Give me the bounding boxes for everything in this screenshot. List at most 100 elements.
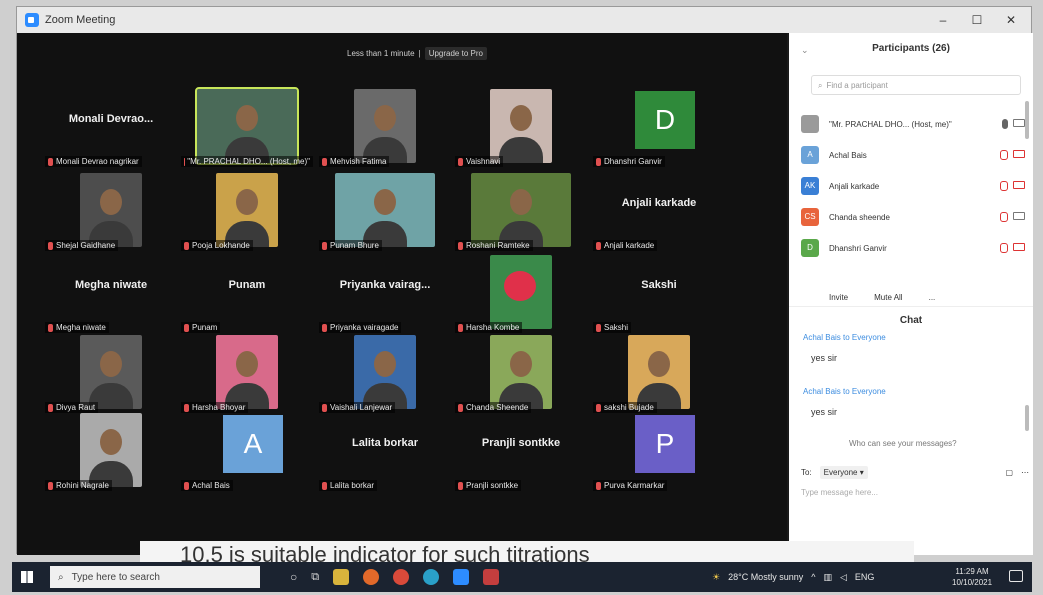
tray-arrow-icon[interactable]: ^	[811, 572, 815, 582]
tile-name-label: Vaishnavi	[455, 156, 504, 167]
cortana-icon[interactable]: ○	[290, 570, 297, 584]
tile-name-text: sakshi Bujade	[604, 403, 654, 412]
camera-off-icon[interactable]	[1013, 150, 1025, 158]
participant-avatar: D	[801, 239, 819, 257]
tile-name-label: sakshi Bujade	[593, 402, 657, 413]
video-tile[interactable]: Harsha Bhoyar	[177, 335, 317, 413]
mic-muted-icon[interactable]	[1000, 150, 1008, 160]
powerpoint-icon[interactable]	[483, 569, 500, 585]
close-button[interactable]: ✕	[997, 11, 1025, 29]
more-options-icon[interactable]: ⋯	[1021, 468, 1029, 477]
participant-row[interactable]: A Achal Bais	[801, 144, 1029, 166]
video-tile[interactable]: Priyanka vairag... Priyanka vairagade	[315, 255, 455, 333]
video-tile[interactable]: Monali Devrao... Monali Devrao nagrikar	[41, 89, 181, 167]
lang-indicator[interactable]: ENG	[855, 572, 875, 582]
participant-avatar: D	[635, 91, 695, 149]
participant-row[interactable]: D Dhanshri Ganvir	[801, 237, 1029, 259]
tile-name-label: Megha niwate	[45, 322, 109, 333]
video-tile[interactable]: Rohini Nagrale	[41, 413, 181, 491]
network-icon[interactable]: ▥	[823, 572, 832, 583]
video-tile[interactable]: Pooja Lokhande	[177, 173, 317, 251]
search-icon: ⌕	[818, 81, 823, 90]
participant-face	[374, 351, 396, 378]
find-placeholder: Find a participant	[826, 81, 888, 90]
participant-row[interactable]: CS Chanda sheende	[801, 206, 1029, 228]
mute-all-button[interactable]: Mute All	[874, 293, 902, 302]
video-tile[interactable]: Shejal Gaidhane	[41, 173, 181, 251]
mic-muted-icon	[596, 157, 601, 166]
video-tile[interactable]: Pranjli sontkke Pranjli sontkke	[451, 413, 591, 491]
tile-name-label: Dhanshri Ganvir	[593, 156, 665, 167]
video-tile[interactable]: D Dhanshri Ganvir	[589, 89, 729, 167]
video-tile[interactable]: Divya Raut	[41, 335, 181, 413]
file-explorer-icon[interactable]	[333, 569, 350, 585]
participant-face	[510, 351, 532, 378]
who-can-see-link[interactable]: Who can see your messages?	[849, 439, 957, 448]
video-tile[interactable]: P Purva Karmarkar	[589, 413, 729, 491]
tile-name-label: Lalita borkar	[319, 480, 378, 491]
video-tile[interactable]: Anjali karkade Anjali karkade	[589, 173, 729, 251]
windows-start-icon[interactable]	[12, 562, 42, 592]
find-participant-input[interactable]: ⌕ Find a participant	[811, 75, 1021, 95]
tile-display-name: Priyanka vairag...	[339, 279, 431, 291]
chat-input[interactable]: Type message here...	[801, 488, 878, 497]
minimize-button[interactable]: –	[929, 11, 957, 29]
participant-face	[648, 351, 670, 378]
more-button[interactable]: ...	[929, 293, 936, 302]
recipient-dropdown[interactable]: Everyone ▾	[819, 466, 868, 479]
video-tile[interactable]: Vaishnavi	[451, 89, 591, 167]
camera-icon[interactable]	[1013, 212, 1025, 220]
participant-video	[628, 335, 690, 409]
taskbar-search[interactable]: ⌕ Type here to search	[50, 566, 260, 588]
weather-text[interactable]: 28°C Mostly sunny	[728, 572, 803, 582]
video-tile[interactable]: Harsha Kombe	[451, 255, 591, 333]
file-icon[interactable]: ▢	[1005, 468, 1013, 477]
invite-button[interactable]: Invite	[829, 293, 848, 302]
participant-name: "Mr. PRACHAL DHO... (Host, me)"	[829, 119, 952, 129]
video-tile[interactable]: Roshani Ramteke	[451, 173, 591, 251]
upgrade-button[interactable]: Upgrade to Pro	[424, 46, 487, 60]
video-tile[interactable]: Sakshi Sakshi	[589, 255, 729, 333]
participant-face	[236, 105, 258, 132]
firefox-icon[interactable]	[363, 569, 380, 585]
tile-name-label: Pooja Lokhande	[181, 240, 253, 251]
mic-muted-icon[interactable]	[1000, 243, 1008, 253]
task-view-icon[interactable]: ⧉	[311, 571, 319, 584]
video-tile[interactable]: Megha niwate Megha niwate	[41, 255, 181, 333]
video-tile[interactable]: Vaishali Lanjewar	[315, 335, 455, 413]
volume-icon[interactable]: ◁	[840, 572, 847, 583]
maximize-button[interactable]: ☐	[963, 11, 991, 29]
participant-avatar: P	[635, 415, 695, 473]
camera-off-icon[interactable]	[1013, 181, 1025, 189]
participant-row[interactable]: "Mr. PRACHAL DHO... (Host, me)"	[801, 113, 1029, 135]
camera-off-icon[interactable]	[1013, 243, 1025, 251]
zoom-taskbar-icon[interactable]	[453, 569, 470, 585]
title-bar: Zoom Meeting – ☐ ✕	[17, 7, 1031, 33]
clock[interactable]: 11:29 AM 10/10/2021	[952, 566, 992, 588]
camera-icon[interactable]	[1013, 119, 1025, 127]
participant-video	[490, 335, 552, 409]
participant-scrollbar[interactable]	[1025, 101, 1029, 139]
video-tile[interactable]: A Achal Bais	[177, 413, 317, 491]
video-tile[interactable]: Lalita borkar Lalita borkar	[315, 413, 455, 491]
chat-scrollbar[interactable]	[1025, 405, 1029, 431]
participant-row[interactable]: AK Anjali karkade	[801, 175, 1029, 197]
video-tile[interactable]: sakshi Bujade	[589, 335, 729, 413]
edge-icon[interactable]	[423, 569, 440, 585]
tile-display-name: Megha niwate	[74, 279, 148, 291]
notification-icon[interactable]	[1009, 570, 1023, 582]
tile-name-label: Anjali karkade	[593, 240, 658, 251]
chat-sender: Achal Bais to Everyone	[803, 387, 886, 396]
video-tile[interactable]: Punam Bhure	[315, 173, 455, 251]
video-tile[interactable]: Punam Punam	[177, 255, 317, 333]
chrome-icon[interactable]	[393, 569, 410, 585]
participant-status-icons	[1000, 212, 1025, 222]
video-tile[interactable]: Chanda Sheende	[451, 335, 591, 413]
mic-icon[interactable]	[1002, 119, 1008, 129]
mic-muted-icon[interactable]	[1000, 181, 1008, 191]
tile-name-text: Shejal Gaidhane	[56, 241, 116, 250]
mic-muted-icon[interactable]	[1000, 212, 1008, 222]
time-text: 11:29 AM	[955, 567, 989, 576]
video-tile[interactable]: Mehvish Fatima	[315, 89, 455, 167]
video-tile[interactable]: "Mr. PRACHAL DHO... (Host, me)"	[177, 87, 317, 167]
